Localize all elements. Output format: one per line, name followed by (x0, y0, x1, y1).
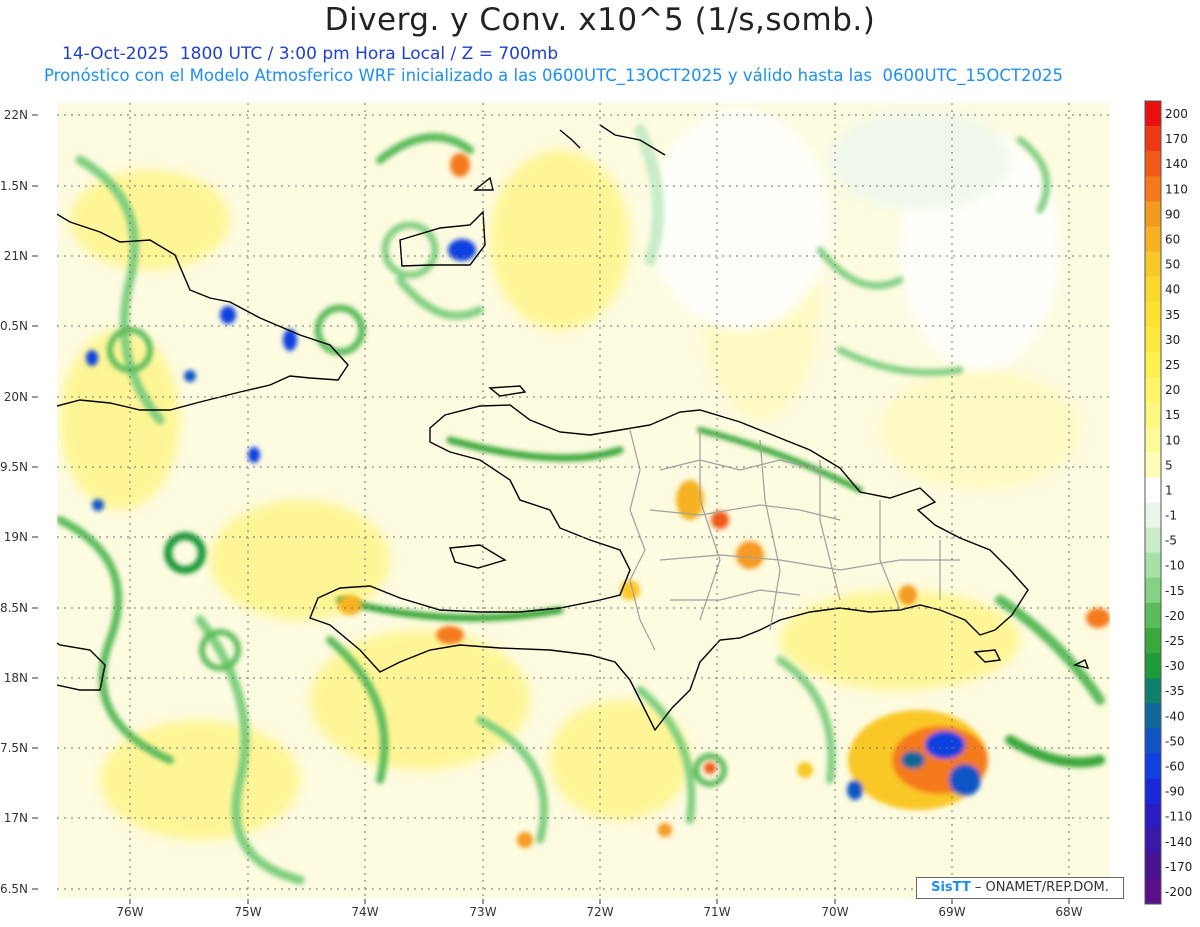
lat-label: 21N (4, 249, 28, 263)
colorbar-swatch (1145, 301, 1161, 328)
colorbar-swatch (1145, 502, 1161, 528)
lat-label: 19N (4, 530, 28, 544)
colorbar-swatch (1145, 351, 1161, 378)
lat-label: 6.5N (0, 882, 28, 896)
map-title: Diverg. y Conv. x10^5 (1/s,somb.) (324, 2, 876, 38)
colorbar-swatch (1145, 828, 1161, 855)
colorbar-label: 50 (1165, 258, 1180, 272)
lon-label: 73W (469, 905, 496, 919)
lon-label: 68W (1055, 905, 1082, 919)
colorbar-swatch (1145, 377, 1161, 403)
lat-label: 8.5N (0, 601, 28, 615)
lat-label: 7.5N (0, 741, 28, 755)
colorbar-label: 90 (1165, 207, 1180, 221)
colorbar-label: 1 (1165, 483, 1173, 497)
colorbar-swatch (1145, 728, 1161, 754)
lon-axis: 76W 75W 74W 73W 72W 71W 70W 69W 68W (116, 905, 1082, 919)
colorbar-swatch (1145, 452, 1161, 478)
colorbar-label: -30 (1165, 659, 1185, 673)
lat-ticks (32, 114, 38, 890)
colorbar-label: -110 (1165, 810, 1192, 824)
lon-label: 74W (351, 905, 378, 919)
lat-label: 1.5N (0, 179, 28, 193)
colorbar-swatch (1145, 427, 1161, 453)
colorbar-swatch (1145, 753, 1161, 779)
colorbar-swatch (1145, 803, 1161, 830)
lat-label: 22N (4, 108, 28, 122)
lat-label: 20N (4, 390, 28, 404)
colorbar-swatch (1145, 577, 1161, 604)
colorbar-swatch (1145, 552, 1161, 579)
colorbar-swatch (1145, 477, 1161, 503)
colorbar-swatch (1145, 402, 1161, 428)
lon-label: 70W (821, 905, 848, 919)
colorbar-swatch (1145, 878, 1161, 905)
colorbar-label: -25 (1165, 634, 1185, 648)
credit-brand: SisTT (931, 880, 971, 895)
lat-label: 9.5N (0, 460, 28, 474)
lon-label: 75W (234, 905, 261, 919)
colorbar-label: -40 (1165, 709, 1185, 723)
colorbar-swatch (1145, 151, 1161, 177)
colorbar-label: -50 (1165, 734, 1185, 748)
colorbar-swatch (1145, 527, 1161, 553)
colorbar-swatch (1145, 201, 1161, 227)
colorbar-swatch (1145, 126, 1161, 152)
colorbar-swatch (1145, 251, 1161, 277)
lon-label: 71W (703, 905, 730, 919)
lat-label: 17N (4, 811, 28, 825)
colorbar-swatch (1145, 602, 1161, 629)
colorbar-label: 170 (1165, 132, 1188, 146)
colorbar-label: -5 (1165, 534, 1177, 548)
model-info-line: Pronóstico con el Modelo Atmosferico WRF… (44, 66, 1063, 85)
lon-label: 76W (116, 905, 143, 919)
lon-label: 69W (938, 905, 965, 919)
lon-ticks (129, 899, 1070, 904)
colorbar-label: 20 (1165, 383, 1180, 397)
colorbar-label: 10 (1165, 433, 1180, 447)
lon-label: 72W (586, 905, 613, 919)
colorbar-swatch (1145, 678, 1161, 704)
colorbar-swatch (1145, 853, 1161, 880)
colorbar-label: -170 (1165, 860, 1192, 874)
colorbar-label: 200 (1165, 107, 1188, 121)
colorbar-label: 140 (1165, 157, 1188, 171)
colorbar-label: -1 (1165, 509, 1177, 523)
colorbar-label: 40 (1165, 283, 1180, 297)
colorbar-label: -90 (1165, 785, 1185, 799)
lat-axis: 22N 1.5N 21N 0.5N 20N 9.5N 19N 8.5N 18N … (0, 108, 28, 896)
colorbar: 200 170 140 110 90 60 50 40 35 30 25 20 15 10 5 1 -1 -5 -1… (1144, 100, 1192, 905)
colorbar-label: 25 (1165, 358, 1180, 372)
colorbar-swatch (1145, 703, 1161, 729)
colorbar-swatch (1145, 778, 1161, 804)
colorbar-label: -10 (1165, 559, 1185, 573)
colorbar-label: -35 (1165, 684, 1185, 698)
colorbar-label: 35 (1165, 308, 1180, 322)
colorbar-swatch (1145, 176, 1161, 202)
colorbar-label: -60 (1165, 759, 1185, 773)
credit-box: SisTT – ONAMET/REP.DOM. (916, 877, 1124, 899)
colorbar-label: -20 (1165, 609, 1185, 623)
colorbar-swatch (1145, 326, 1161, 353)
colorbar-label: -140 (1165, 835, 1192, 849)
colorbar-swatch (1145, 627, 1161, 654)
valid-time-line: 14-Oct-2025 1800 UTC / 3:00 pm Hora Loca… (62, 44, 559, 64)
colorbar-label: 60 (1165, 233, 1180, 247)
colorbar-label: -15 (1165, 584, 1185, 598)
colorbar-swatch (1145, 276, 1161, 303)
colorbar-label: 15 (1165, 408, 1180, 422)
lat-label: 0.5N (0, 319, 28, 333)
lat-label: 18N (4, 671, 28, 685)
colorbar-swatch (1145, 101, 1161, 127)
colorbar-label: -200 (1165, 885, 1192, 899)
colorbar-swatch (1145, 226, 1161, 252)
colorbar-label: 5 (1165, 458, 1173, 472)
colorbar-label: 30 (1165, 333, 1180, 347)
colorbar-label: 110 (1165, 182, 1188, 196)
credit-org: – ONAMET/REP.DOM. (974, 880, 1109, 895)
colorbar-swatch (1145, 653, 1161, 679)
